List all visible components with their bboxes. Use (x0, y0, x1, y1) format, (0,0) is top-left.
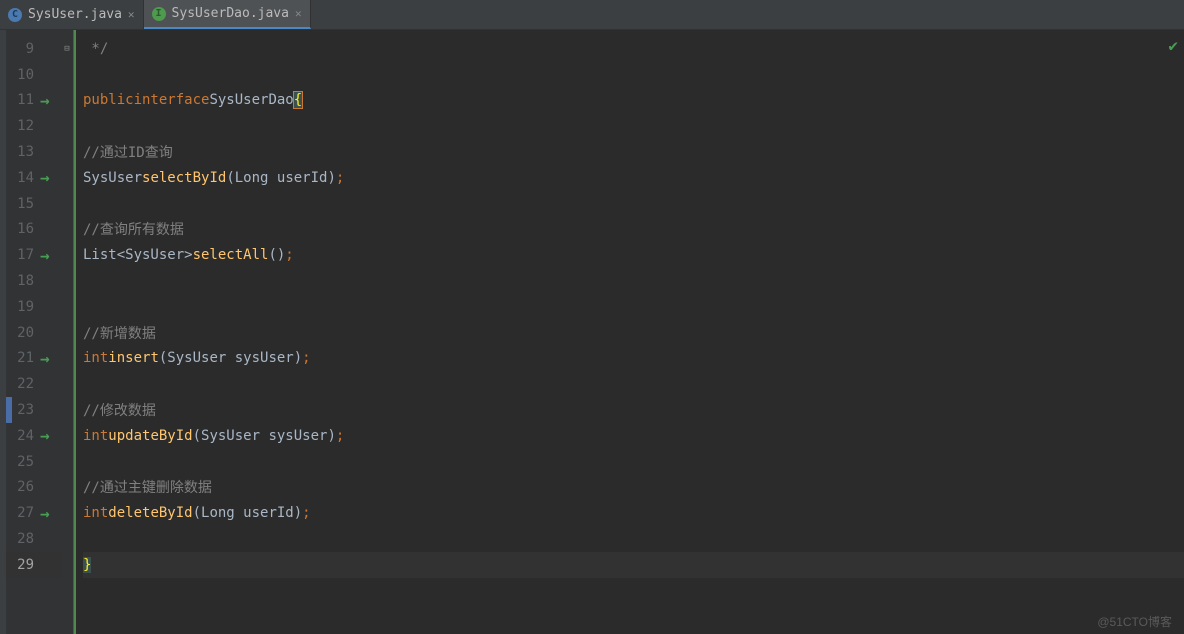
code-area[interactable]: */ public interface SysUserDao { //通过ID查… (75, 30, 1184, 634)
line-number: 27 (6, 505, 34, 521)
editor-tabs-bar: C SysUser.java ✕ I SysUserDao.java ✕ (0, 0, 1184, 30)
tab-sysuserdao[interactable]: I SysUserDao.java ✕ (144, 0, 311, 29)
code-line: int deleteById(Long userId); (83, 500, 1184, 526)
inspection-ok-icon[interactable]: ✔ (1168, 36, 1178, 55)
gutter-arrow-icon[interactable]: → (40, 349, 50, 368)
code-line: int insert(SysUser sysUser); (83, 346, 1184, 372)
editor-area: 9 10 11 → 12 13 14 → 15 16 17 → 18 19 20 21… (0, 30, 1184, 634)
fold-column: ⊟ (61, 30, 75, 634)
line-number: 13 (6, 144, 34, 160)
code-line: } (83, 552, 1184, 578)
code-line (83, 371, 1184, 397)
fold-handle-icon[interactable]: ⊟ (64, 44, 69, 54)
line-number: 16 (6, 221, 34, 237)
line-number: 18 (6, 273, 34, 289)
line-number: 17 (6, 247, 34, 263)
line-number: 10 (6, 67, 34, 83)
interface-icon: I (152, 7, 166, 21)
close-icon[interactable]: ✕ (295, 7, 302, 20)
line-number: 24 (6, 428, 34, 444)
line-number: 11 (6, 92, 34, 108)
code-line (83, 294, 1184, 320)
line-number: 20 (6, 325, 34, 341)
line-number: 26 (6, 479, 34, 495)
close-icon[interactable]: ✕ (128, 8, 135, 21)
code-line: //修改数据 (83, 397, 1184, 423)
code-line (83, 62, 1184, 88)
code-line: List<SysUser> selectAll(); (83, 242, 1184, 268)
line-number: 28 (6, 531, 34, 547)
code-line: SysUser selectById(Long userId); (83, 165, 1184, 191)
code-line: //通过ID查询 (83, 139, 1184, 165)
tab-label: SysUserDao.java (172, 6, 289, 21)
code-line: //新增数据 (83, 320, 1184, 346)
line-number: 12 (6, 118, 34, 134)
code-line (83, 449, 1184, 475)
line-number: 9 (6, 41, 34, 57)
line-number: 21 (6, 350, 34, 366)
tab-label: SysUser.java (28, 7, 122, 22)
line-number: 15 (6, 196, 34, 212)
watermark: @51CTO博客 (1097, 613, 1172, 630)
line-number: 19 (6, 299, 34, 315)
code-line: //查询所有数据 (83, 217, 1184, 243)
tab-sysuser[interactable]: C SysUser.java ✕ (0, 0, 144, 29)
code-line: */ (83, 36, 1184, 62)
gutter-arrow-icon[interactable]: → (40, 246, 50, 265)
gutter-arrow-icon[interactable]: → (40, 426, 50, 445)
line-number: 29 (6, 557, 34, 573)
code-line: //通过主键删除数据 (83, 475, 1184, 501)
class-icon: C (8, 8, 22, 22)
gutter-arrow-icon[interactable]: → (40, 168, 50, 187)
code-line (83, 526, 1184, 552)
line-number: 14 (6, 170, 34, 186)
code-line (83, 113, 1184, 139)
code-line: public interface SysUserDao { (83, 88, 1184, 114)
code-line: int updateById(SysUser sysUser); (83, 423, 1184, 449)
gutter-arrow-icon[interactable]: → (40, 91, 50, 110)
code-line (83, 191, 1184, 217)
line-number: 25 (6, 454, 34, 470)
gutter-arrow-icon[interactable]: → (40, 504, 50, 523)
gutter[interactable]: 9 10 11 → 12 13 14 → 15 16 17 → 18 19 20 21… (6, 30, 61, 634)
breakpoint-marker[interactable] (6, 397, 12, 423)
line-number: 22 (6, 376, 34, 392)
code-line (83, 268, 1184, 294)
